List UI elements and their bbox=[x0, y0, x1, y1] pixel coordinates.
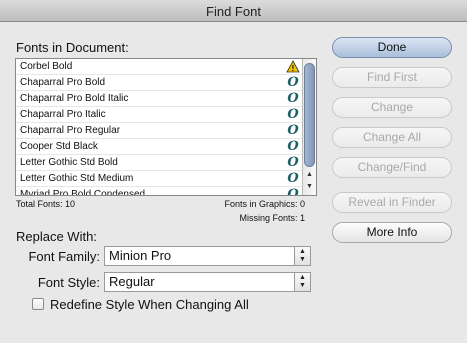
list-item[interactable]: Chaparral Pro Italic O bbox=[16, 107, 304, 123]
font-name: Chaparral Pro Bold bbox=[20, 77, 106, 88]
scroll-down-arrow-icon[interactable]: ▼ bbox=[303, 181, 316, 193]
font-name: Letter Gothic Std Bold bbox=[20, 157, 118, 168]
replace-with-label: Replace With: bbox=[16, 229, 97, 244]
fonts-in-document-label: Fonts in Document: bbox=[16, 40, 129, 55]
redefine-style-checkbox[interactable] bbox=[32, 298, 44, 310]
font-list[interactable]: Corbel Bold! Chaparral Pro Bold O Chaparral… bbox=[15, 58, 317, 196]
font-name: Chaparral Pro Regular bbox=[20, 125, 121, 136]
done-button[interactable]: Done bbox=[332, 37, 452, 58]
find-first-button[interactable]: Find First bbox=[332, 67, 452, 88]
fonts-in-graphics-count: Fonts in Graphics: 0 bbox=[224, 199, 305, 209]
font-style-value: Regular bbox=[109, 274, 155, 289]
font-name: Chaparral Pro Italic bbox=[20, 109, 106, 120]
font-family-select[interactable]: Minion Pro ▲ ▼ bbox=[104, 246, 311, 266]
warning-icon: ! bbox=[286, 60, 300, 73]
list-item[interactable]: Chaparral Pro Bold O bbox=[16, 75, 304, 91]
opentype-icon: O bbox=[287, 91, 299, 106]
more-info-button[interactable]: More Info bbox=[332, 222, 452, 243]
opentype-icon: O bbox=[287, 107, 299, 122]
opentype-icon: O bbox=[287, 171, 299, 186]
font-name: Letter Gothic Std Medium bbox=[20, 173, 134, 184]
opentype-icon: O bbox=[287, 187, 299, 196]
list-item[interactable]: Letter Gothic Std Bold O bbox=[16, 155, 304, 171]
opentype-icon: O bbox=[287, 75, 299, 90]
font-style-select[interactable]: Regular ▲ ▼ bbox=[104, 272, 311, 292]
font-family-label: Font Family: bbox=[28, 249, 100, 264]
change-find-button[interactable]: Change/Find bbox=[332, 157, 452, 178]
font-family-stepper-icon[interactable]: ▲ ▼ bbox=[294, 247, 310, 265]
window-title: Find Font bbox=[206, 4, 261, 19]
opentype-icon: O bbox=[287, 139, 299, 154]
scroll-up-arrow-icon[interactable]: ▲ bbox=[303, 169, 316, 181]
font-family-value: Minion Pro bbox=[109, 248, 172, 263]
list-item[interactable]: Cooper Std Black O bbox=[16, 139, 304, 155]
font-name: Cooper Std Black bbox=[20, 141, 98, 152]
list-item[interactable]: Corbel Bold! bbox=[16, 59, 304, 75]
svg-text:!: ! bbox=[292, 64, 295, 73]
scroll-thumb[interactable] bbox=[304, 63, 315, 167]
scrollbar[interactable]: ▲ ▼ bbox=[302, 59, 316, 195]
reveal-in-finder-button[interactable]: Reveal in Finder bbox=[332, 192, 452, 213]
font-style-stepper-icon[interactable]: ▲ ▼ bbox=[294, 273, 310, 291]
font-list-rows: Corbel Bold! Chaparral Pro Bold O Chaparral… bbox=[16, 59, 316, 196]
change-all-button[interactable]: Change All bbox=[332, 127, 452, 148]
font-name: Corbel Bold bbox=[20, 61, 73, 72]
font-name: Chaparral Pro Bold Italic bbox=[20, 93, 129, 104]
missing-fonts-count: Missing Fonts: 1 bbox=[239, 213, 305, 223]
list-item[interactable]: Chaparral Pro Bold Italic O bbox=[16, 91, 304, 107]
find-font-dialog: Find Font Fonts in Document: Corbel Bold… bbox=[0, 0, 467, 343]
font-style-label: Font Style: bbox=[37, 275, 100, 290]
opentype-icon: O bbox=[287, 123, 299, 138]
redefine-style-label[interactable]: Redefine Style When Changing All bbox=[50, 297, 249, 312]
list-item[interactable]: Letter Gothic Std Medium O bbox=[16, 171, 304, 187]
opentype-icon: O bbox=[287, 155, 299, 170]
list-item[interactable]: Myriad Pro Bold Condensed O bbox=[16, 187, 304, 196]
font-name: Myriad Pro Bold Condensed bbox=[20, 189, 146, 196]
total-fonts-count: Total Fonts: 10 bbox=[16, 199, 76, 209]
title-bar[interactable]: Find Font bbox=[0, 0, 467, 22]
change-button[interactable]: Change bbox=[332, 97, 452, 118]
list-item[interactable]: Chaparral Pro Regular O bbox=[16, 123, 304, 139]
